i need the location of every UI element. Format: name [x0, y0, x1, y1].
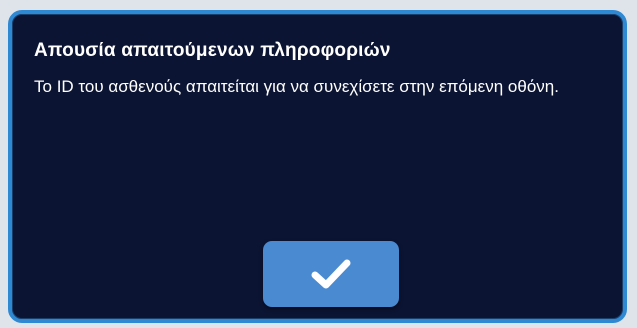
- screen: Απουσία απαιτούμενων πληροφοριών Το ID τ…: [0, 0, 637, 328]
- checkmark-icon: [311, 259, 351, 289]
- alert-dialog: Απουσία απαιτούμενων πληροφοριών Το ID τ…: [8, 10, 627, 323]
- dialog-title: Απουσία απαιτούμενων πληροφοριών: [34, 40, 391, 61]
- confirm-button[interactable]: [263, 241, 399, 307]
- dialog-message: Το ID του ασθενούς απαιτείται για να συν…: [34, 77, 559, 96]
